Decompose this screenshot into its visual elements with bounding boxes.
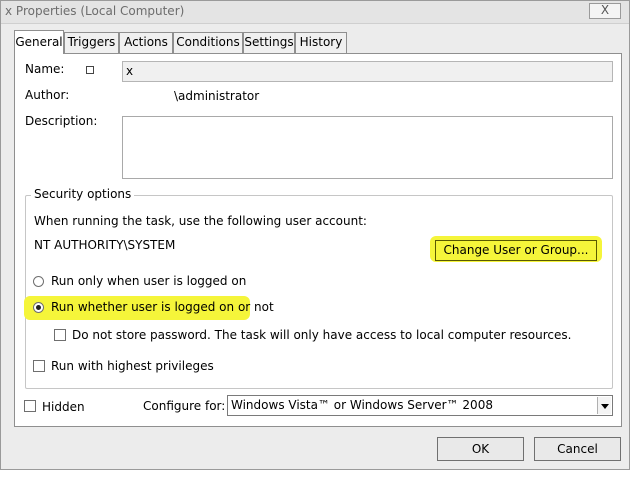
tab-general[interactable]: General: [14, 30, 64, 54]
description-label: Description:: [25, 114, 98, 128]
configure-for-value: Windows Vista™ or Windows Server™ 2008: [231, 398, 493, 412]
tab-triggers[interactable]: Triggers: [64, 32, 119, 53]
close-icon: X: [600, 3, 610, 17]
name-marker-icon: [86, 66, 94, 74]
ok-button[interactable]: OK: [437, 437, 524, 461]
tab-settings[interactable]: Settings: [243, 32, 295, 53]
configure-for-select[interactable]: Windows Vista™ or Windows Server™ 2008: [227, 395, 613, 416]
account-prompt: When running the task, use the following…: [34, 214, 367, 228]
radio-whether-label[interactable]: Run whether user is logged on or not: [51, 300, 274, 314]
properties-dialog: x Properties (Local Computer) X General …: [0, 0, 630, 470]
hidden-checkbox[interactable]: [24, 400, 36, 412]
highest-privileges-checkbox[interactable]: [33, 360, 45, 372]
account-name: NT AUTHORITY\SYSTEM: [34, 238, 176, 252]
hidden-label[interactable]: Hidden: [42, 400, 85, 414]
no-store-password-label[interactable]: Do not store password. The task will onl…: [72, 328, 571, 342]
change-user-button[interactable]: Change User or Group...: [435, 240, 597, 261]
tab-history[interactable]: History: [295, 32, 347, 53]
radio-logged-on-label[interactable]: Run only when user is logged on: [51, 274, 246, 288]
name-field[interactable]: x: [122, 61, 613, 82]
tab-actions[interactable]: Actions: [119, 32, 173, 53]
no-store-password-checkbox[interactable]: [54, 329, 66, 341]
chevron-down-icon[interactable]: [597, 397, 611, 414]
close-button[interactable]: X: [589, 3, 621, 19]
description-field[interactable]: [122, 116, 613, 179]
radio-logged-on[interactable]: [33, 276, 44, 287]
name-label: Name:: [25, 62, 65, 76]
title-bar: x Properties (Local Computer) X: [1, 1, 629, 24]
general-panel: Name: x Author: \administrator Descripti…: [14, 53, 622, 427]
radio-selected-dot-icon: [36, 305, 41, 310]
tab-conditions[interactable]: Conditions: [173, 32, 243, 53]
author-value: \administrator: [174, 89, 260, 103]
redacted-author-domain: [122, 87, 174, 103]
highest-privileges-label[interactable]: Run with highest privileges: [51, 359, 214, 373]
cancel-button[interactable]: Cancel: [534, 437, 621, 461]
window-title: x Properties (Local Computer): [5, 4, 185, 18]
configure-for-label: Configure for:: [143, 399, 226, 413]
security-options-title: Security options: [31, 187, 135, 201]
radio-whether[interactable]: [33, 302, 44, 313]
author-label: Author:: [25, 88, 70, 102]
